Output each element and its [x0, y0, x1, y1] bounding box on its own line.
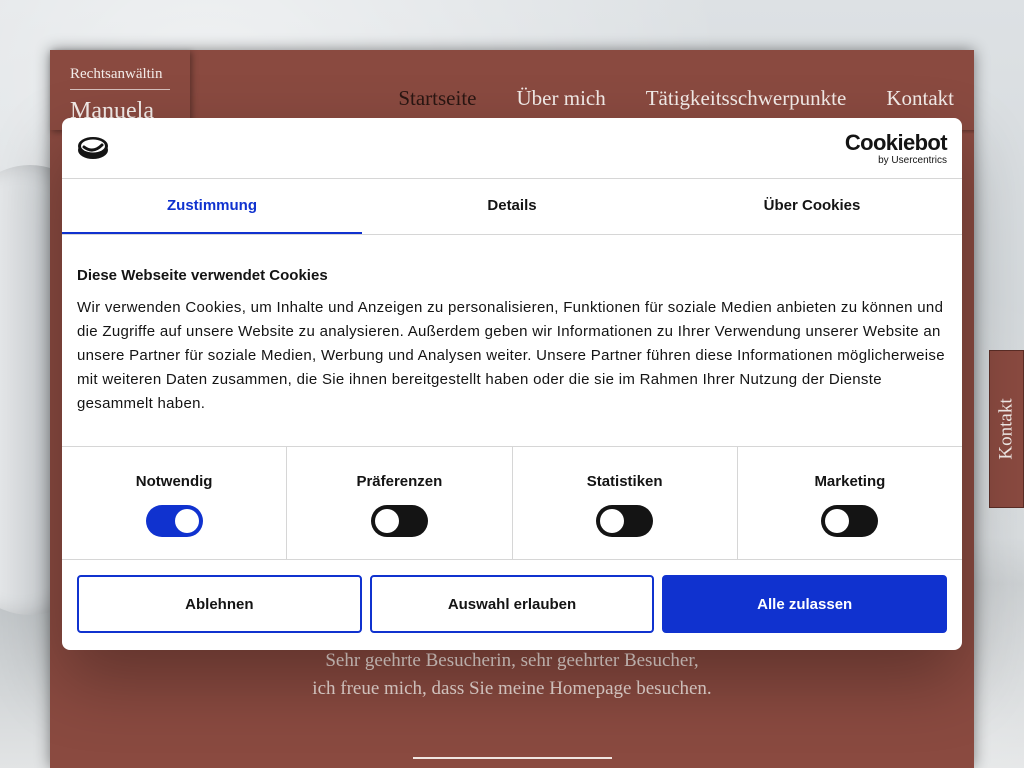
cookie-title: Diese Webseite verwendet Cookies	[77, 267, 328, 284]
logo-subtitle: Rechtsanwältin	[70, 66, 170, 90]
welcome-divider	[413, 757, 612, 759]
cookie-tabs: Zustimmung Details Über Cookies	[62, 179, 962, 235]
cookiebot-brand-sub: by Usercentrics	[878, 155, 947, 166]
toggle-notwendig[interactable]	[145, 505, 203, 537]
cookie-text: Wir verwenden Cookies, um Inhalte und An…	[77, 299, 945, 412]
welcome-line-2: ich freue mich, dass Sie meine Homepage …	[312, 678, 712, 699]
toggle-knob	[825, 509, 850, 533]
main-navigation: Startseite Über mich Tätigkeitsschwerpun…	[398, 86, 954, 111]
category-label: Statistiken	[586, 473, 663, 490]
category-notwendig: Notwendig	[62, 447, 288, 559]
toggle-knob	[174, 509, 199, 533]
cookiebot-logo-icon	[78, 137, 108, 159]
toggle-praeferenzen[interactable]	[370, 505, 428, 537]
tab-details[interactable]: Details	[362, 179, 662, 234]
allow-selection-button[interactable]: Auswahl erlauben	[369, 575, 655, 633]
cookie-description: Diese Webseite verwendet Cookies Wir ver…	[62, 235, 962, 447]
category-label: Präferenzen	[356, 473, 443, 490]
category-marketing: Marketing	[738, 447, 962, 559]
toggle-marketing[interactable]	[821, 505, 879, 537]
nav-startseite[interactable]: Startseite	[398, 86, 476, 111]
category-label: Notwendig	[135, 473, 213, 490]
cookie-actions: Ablehnen Auswahl erlauben Alle zulassen	[62, 560, 962, 648]
cookie-categories: Notwendig Präferenzen Statistiken Market…	[62, 447, 962, 560]
toggle-knob	[600, 509, 625, 533]
side-contact-tab[interactable]: Kontakt	[989, 350, 1024, 508]
reject-button[interactable]: Ablehnen	[77, 575, 362, 633]
category-label: Marketing	[814, 473, 886, 490]
toggle-statistiken[interactable]	[596, 505, 654, 537]
cookiebot-brand-name: Cookiebot	[844, 130, 948, 155]
nav-ueber-mich[interactable]: Über mich	[517, 86, 606, 111]
toggle-knob	[374, 509, 399, 533]
welcome-text: Sehr geehrte Besucherin, sehr geehrter B…	[50, 647, 974, 703]
tab-zustimmung[interactable]: Zustimmung	[62, 179, 362, 234]
allow-all-button[interactable]: Alle zulassen	[662, 575, 948, 633]
nav-kontakt[interactable]: Kontakt	[886, 86, 954, 111]
tab-ueber-cookies[interactable]: Über Cookies	[662, 179, 962, 234]
side-contact-label: Kontakt	[995, 398, 1017, 460]
welcome-line-1: Sehr geehrte Besucherin, sehr geehrter B…	[325, 650, 699, 671]
cookiebot-brand[interactable]: Cookiebot by Usercentrics	[844, 130, 948, 167]
cookie-consent-dialog: Cookiebot by Usercentrics Zustimmung Det…	[62, 118, 962, 650]
category-praeferenzen: Präferenzen	[287, 447, 513, 559]
category-statistiken: Statistiken	[513, 447, 738, 559]
nav-taetigkeitsschwerpunkte[interactable]: Tätigkeitsschwerpunkte	[646, 86, 847, 111]
cookie-dialog-header: Cookiebot by Usercentrics	[62, 118, 962, 179]
